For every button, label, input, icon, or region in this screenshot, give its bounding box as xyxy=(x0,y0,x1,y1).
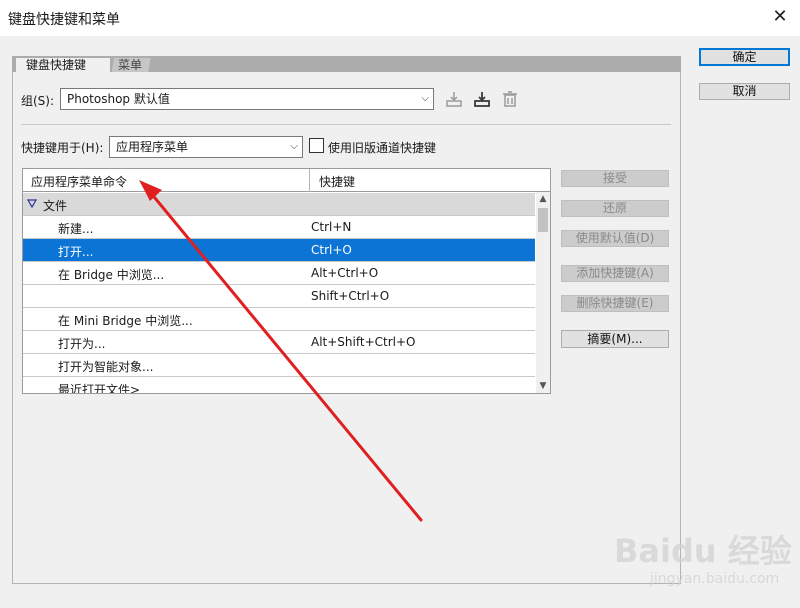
shortcuts-for-label: 快捷键用于(H): xyxy=(21,141,104,155)
title-bar: 键盘快捷键和菜单 ✕ xyxy=(0,0,800,36)
table-row[interactable]: 打开为... Alt+Shift+Ctrl+O xyxy=(23,331,535,354)
close-icon[interactable]: ✕ xyxy=(766,4,794,30)
row-shortcut[interactable]: Ctrl+O xyxy=(311,243,352,257)
row-command: 在 Bridge 中浏览... xyxy=(58,268,165,282)
baidu-watermark-logo: Baidu 经验 xyxy=(614,532,792,570)
ok-button[interactable]: 确定 xyxy=(699,48,790,66)
cancel-button[interactable]: 取消 xyxy=(699,83,790,100)
window-title: 键盘快捷键和菜单 xyxy=(8,12,120,28)
save-as-icon[interactable] xyxy=(472,89,492,109)
table-row[interactable]: 在 Mini Bridge 中浏览... xyxy=(23,308,535,331)
legacy-channel-label: 使用旧版通道快捷键 xyxy=(328,141,437,155)
scroll-down-icon[interactable]: ▼ xyxy=(536,379,550,393)
row-command: 打开为... xyxy=(58,337,106,351)
row-shortcut[interactable]: Shift+Ctrl+O xyxy=(311,289,389,303)
row-command: 打开... xyxy=(58,245,94,259)
table-header: 应用程序菜单命令 快捷键 xyxy=(23,169,550,192)
scrollbar-thumb[interactable] xyxy=(538,208,548,232)
add-shortcut-button[interactable]: 添加快捷键(A) xyxy=(561,265,669,282)
legacy-channel-checkbox[interactable] xyxy=(309,138,324,153)
chevron-down-icon: ⌵ xyxy=(290,141,298,152)
accept-button[interactable]: 接受 xyxy=(561,170,669,187)
row-command: 新建... xyxy=(58,222,94,236)
vertical-scrollbar[interactable]: ▲ ▼ xyxy=(536,192,550,393)
column-header-shortcut[interactable]: 快捷键 xyxy=(319,173,355,190)
row-shortcut[interactable]: Ctrl+N xyxy=(311,220,351,234)
separator xyxy=(21,124,671,125)
column-divider[interactable] xyxy=(309,169,310,192)
table-row[interactable]: 在 Bridge 中浏览... Alt+Ctrl+O xyxy=(23,262,535,285)
trash-icon[interactable] xyxy=(500,89,520,109)
row-command: 打开为智能对象... xyxy=(58,360,154,374)
delete-shortcut-button[interactable]: 删除快捷键(E) xyxy=(561,295,669,312)
table-row[interactable]: 打开为智能对象... xyxy=(23,354,535,377)
save-icon[interactable] xyxy=(444,89,464,109)
tab-strip: 键盘快捷键 菜单 xyxy=(12,56,681,73)
set-dropdown-value: Photoshop 默认值 xyxy=(67,92,170,106)
tab-menus[interactable]: 菜单 xyxy=(108,58,158,73)
set-label: 组(S): xyxy=(21,94,55,108)
row-command: 最近打开文件> xyxy=(58,383,141,394)
row-command: 文件 xyxy=(43,199,68,213)
undo-button[interactable]: 还原 xyxy=(561,200,669,217)
table-row-group[interactable]: 文件 xyxy=(23,193,535,216)
table-row[interactable]: 新建... Ctrl+N xyxy=(23,216,535,239)
set-dropdown[interactable]: Photoshop 默认值 ⌵ xyxy=(60,88,434,110)
tab-keyboard-shortcuts[interactable]: 键盘快捷键 xyxy=(16,58,110,73)
table-row-selected[interactable]: 打开... Ctrl+O xyxy=(23,239,535,262)
chevron-down-icon: ⌵ xyxy=(421,93,429,104)
shortcuts-table: 应用程序菜单命令 快捷键 文件 新建... Ctrl+N 打开... Ctrl+… xyxy=(22,168,551,394)
expand-triangle-icon[interactable] xyxy=(27,199,37,208)
row-command: 在 Mini Bridge 中浏览... xyxy=(58,314,193,328)
summarize-button[interactable]: 摘要(M)... xyxy=(561,330,669,348)
use-default-button[interactable]: 使用默认值(D) xyxy=(561,230,669,247)
scroll-up-icon[interactable]: ▲ xyxy=(536,192,550,206)
row-shortcut[interactable]: Alt+Shift+Ctrl+O xyxy=(311,335,415,349)
table-row[interactable]: Shift+Ctrl+O xyxy=(23,285,535,308)
column-header-command[interactable]: 应用程序菜单命令 xyxy=(31,173,127,190)
table-row[interactable]: 最近打开文件> xyxy=(23,377,535,394)
baidu-watermark-url: jingyan.baidu.com xyxy=(650,571,780,587)
row-shortcut[interactable]: Alt+Ctrl+O xyxy=(311,266,378,280)
shortcuts-for-value: 应用程序菜单 xyxy=(116,140,189,154)
shortcuts-for-dropdown[interactable]: 应用程序菜单 ⌵ xyxy=(109,136,303,158)
